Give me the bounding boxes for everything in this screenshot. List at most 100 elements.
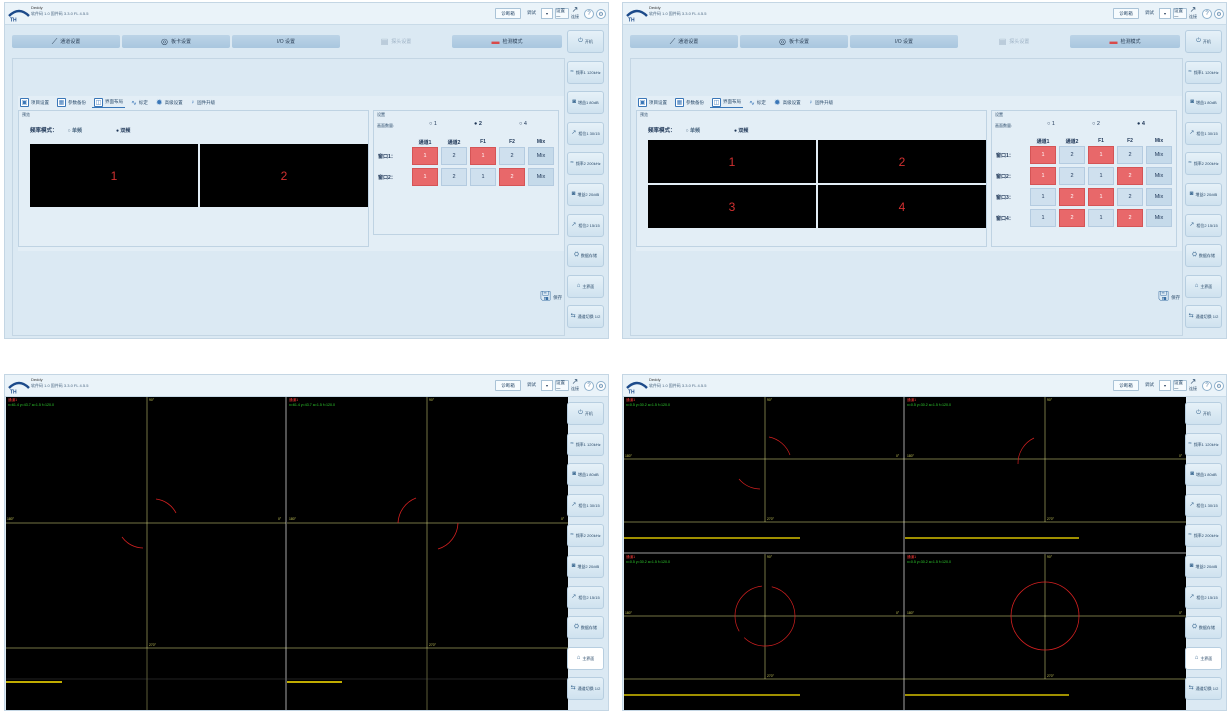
toolbar-probe-button[interactable]: ▤ 探头设置	[960, 35, 1068, 48]
toolbar-card-button[interactable]: ◎ 板卡设置	[122, 35, 230, 48]
sidebar-button-2[interactable]: ◙ 增益1 80dB	[1185, 91, 1222, 115]
mode-select[interactable]: ▾	[1159, 380, 1171, 391]
sidebar-button-9[interactable]: ⇆ 通道切换 1/2	[1185, 677, 1222, 701]
source-toggle-0-4[interactable]: Mix	[1146, 146, 1172, 164]
tab-project[interactable]: ▣ 项目设置	[636, 98, 669, 107]
tab-project[interactable]: ▣ 项目设置	[18, 98, 51, 107]
help-icon[interactable]: ?	[584, 381, 594, 391]
source-toggle-1-3[interactable]: 2	[499, 168, 525, 186]
sidebar-button-1[interactable]: ≈ 频率1 120kHz	[1185, 432, 1222, 456]
source-toggle-3-4[interactable]: Mix	[1146, 209, 1172, 227]
sidebar-button-8[interactable]: ⌂ 主界面	[1185, 646, 1222, 670]
source-toggle-0-2[interactable]: 1	[1088, 146, 1114, 164]
mode-select[interactable]: ▾	[541, 380, 553, 391]
sidebar-button-4[interactable]: ≈ 频率2 200kHz	[567, 524, 604, 548]
diag-button[interactable]: 诊断箱	[495, 8, 521, 19]
tab-advanced[interactable]: ✹ 高级设置	[772, 98, 803, 107]
connect-button[interactable]: ↗ 连接	[569, 377, 581, 395]
help-icon[interactable]: ?	[1202, 381, 1212, 391]
source-toggle-1-3[interactable]: 2	[1117, 167, 1143, 185]
source-toggle-2-2[interactable]: 1	[1088, 188, 1114, 206]
profile-select[interactable]: 设置一	[1173, 380, 1187, 391]
connect-button[interactable]: ↗ 连接	[1187, 5, 1199, 23]
source-toggle-0-3[interactable]: 2	[499, 147, 525, 165]
count-1-radio[interactable]: ○ 1	[1047, 121, 1055, 127]
sidebar-button-7[interactable]: ⛭ 数据存储	[567, 616, 604, 640]
source-toggle-0-0[interactable]: 1	[412, 147, 438, 165]
connect-button[interactable]: ↗ 连接	[569, 5, 581, 23]
toolbar-io-button[interactable]: I/O 设置	[850, 35, 958, 48]
count-2-radio[interactable]: ○ 2	[1092, 121, 1100, 127]
diag-button[interactable]: 诊断箱	[1113, 8, 1139, 19]
sidebar-button-3[interactable]: ↗ 相位1 30/15	[567, 121, 604, 145]
sidebar-button-3[interactable]: ↗ 相位1 30/15	[567, 493, 604, 517]
tab-advanced[interactable]: ✹ 高级设置	[154, 98, 185, 107]
freq-dual-radio[interactable]: ● 双频	[734, 127, 748, 134]
tab-calibrate[interactable]: ∿ 标定	[129, 99, 150, 107]
sidebar-button-7[interactable]: ⛭ 数据存储	[567, 244, 604, 268]
count-1-radio[interactable]: ○ 1	[429, 121, 437, 127]
sidebar-button-0[interactable]: ⏻ 开机	[1185, 402, 1222, 425]
toolbar-card-button[interactable]: ◎ 板卡设置	[740, 35, 848, 48]
profile-select[interactable]: 设置一	[1173, 8, 1187, 19]
sidebar-button-5[interactable]: ◙ 增益2 20/dB	[1185, 555, 1222, 578]
profile-select[interactable]: 设置一	[555, 8, 569, 19]
source-toggle-3-3[interactable]: 2	[1117, 209, 1143, 227]
sidebar-button-9[interactable]: ⇆ 通道切换 1/2	[567, 677, 604, 701]
sidebar-button-0[interactable]: ⏻ 开机	[1185, 30, 1222, 53]
sidebar-button-4[interactable]: ≈ 频率2 200kHz	[1185, 524, 1222, 548]
source-toggle-0-4[interactable]: Mix	[528, 147, 554, 165]
sidebar-button-5[interactable]: ◙ 增益2 20/dB	[567, 555, 604, 578]
tab-firmware[interactable]: ♀ 固件升级	[807, 100, 836, 106]
source-toggle-0-1[interactable]: 2	[1059, 146, 1085, 164]
source-toggle-3-2[interactable]: 1	[1088, 209, 1114, 227]
source-toggle-1-4[interactable]: Mix	[1146, 167, 1172, 185]
sidebar-button-1[interactable]: ≈ 频率1 120kHz	[567, 432, 604, 456]
settings-gear-icon[interactable]: ⚙	[1214, 9, 1224, 19]
sidebar-button-8[interactable]: ⌂ 主界面	[1185, 274, 1222, 298]
source-toggle-1-2[interactable]: 1	[1088, 167, 1114, 185]
freq-dual-radio[interactable]: ● 双频	[116, 127, 130, 134]
connect-button[interactable]: ↗ 连接	[1187, 377, 1199, 395]
toolbar-io-button[interactable]: I/O 设置	[232, 35, 340, 48]
mode-select[interactable]: ▾	[1159, 8, 1171, 19]
sidebar-button-1[interactable]: ≈ 频率1 120kHz	[567, 60, 604, 84]
source-toggle-1-2[interactable]: 1	[470, 168, 496, 186]
sidebar-button-4[interactable]: ≈ 频率2 200kHz	[567, 152, 604, 176]
toolbar-detect-button[interactable]: ▬ 检测模式	[452, 35, 562, 48]
source-toggle-3-0[interactable]: 1	[1030, 209, 1056, 227]
sidebar-button-5[interactable]: ◙ 增益2 20/dB	[1185, 183, 1222, 206]
source-toggle-1-0[interactable]: 1	[412, 168, 438, 186]
tab-calibrate[interactable]: ∿ 标定	[747, 99, 768, 107]
source-toggle-0-0[interactable]: 1	[1030, 146, 1056, 164]
source-toggle-0-2[interactable]: 1	[470, 147, 496, 165]
tab-layout[interactable]: ◫ 界面布局	[710, 97, 743, 108]
source-toggle-1-1[interactable]: 2	[1059, 167, 1085, 185]
source-toggle-2-3[interactable]: 2	[1117, 188, 1143, 206]
count-4-radio[interactable]: ○ 4	[519, 121, 527, 127]
toolbar-probe-button[interactable]: ▤ 探头设置	[342, 35, 450, 48]
sidebar-button-6[interactable]: ↗ 相位2 15/15	[567, 213, 604, 237]
mode-select[interactable]: ▾	[541, 8, 553, 19]
sidebar-button-0[interactable]: ⏻ 开机	[567, 30, 604, 53]
settings-gear-icon[interactable]: ⚙	[596, 9, 606, 19]
diag-button[interactable]: 诊断箱	[495, 380, 521, 391]
source-toggle-2-1[interactable]: 2	[1059, 188, 1085, 206]
count-4-radio[interactable]: ● 4	[1137, 121, 1145, 127]
sidebar-button-7[interactable]: ⛭ 数据存储	[1185, 244, 1222, 268]
sidebar-button-3[interactable]: ↗ 相位1 30/15	[1185, 121, 1222, 145]
source-toggle-3-1[interactable]: 2	[1059, 209, 1085, 227]
sidebar-button-2[interactable]: ◙ 增益1 80dB	[567, 463, 604, 487]
diag-button[interactable]: 诊断箱	[1113, 380, 1139, 391]
sidebar-button-9[interactable]: ⇆ 通道切换 1/2	[1185, 305, 1222, 329]
sidebar-button-6[interactable]: ↗ 相位2 15/15	[1185, 213, 1222, 237]
tab-layout[interactable]: ◫ 界面布局	[92, 97, 125, 108]
source-toggle-1-4[interactable]: Mix	[528, 168, 554, 186]
sidebar-button-2[interactable]: ◙ 增益1 80dB	[567, 91, 604, 115]
settings-gear-icon[interactable]: ⚙	[1214, 381, 1224, 391]
toolbar-detect-button[interactable]: ▬ 检测模式	[1070, 35, 1180, 48]
sidebar-button-6[interactable]: ↗ 相位2 15/15	[1185, 585, 1222, 609]
count-2-radio[interactable]: ● 2	[474, 121, 482, 127]
sidebar-button-0[interactable]: ⏻ 开机	[567, 402, 604, 425]
sidebar-button-2[interactable]: ◙ 增益1 80dB	[1185, 463, 1222, 487]
